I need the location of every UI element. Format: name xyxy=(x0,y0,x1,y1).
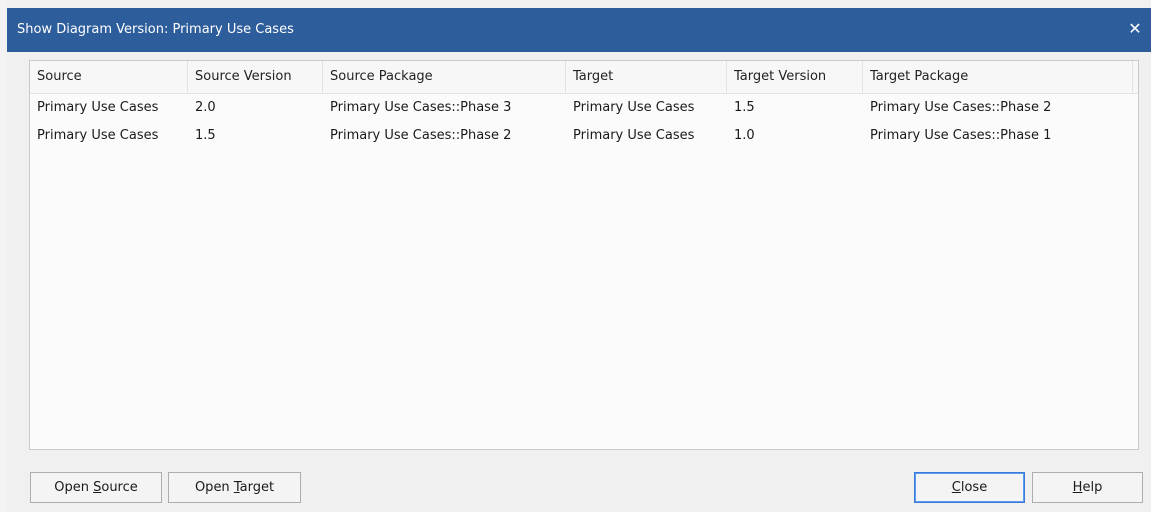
button-label: elp xyxy=(1082,480,1103,495)
close-button[interactable]: Close xyxy=(914,472,1025,503)
column-header-target-package[interactable]: Target Package xyxy=(863,61,1133,93)
close-icon[interactable]: ✕ xyxy=(1125,19,1145,39)
help-button[interactable]: Help xyxy=(1032,472,1143,503)
cell-target-package: Primary Use Cases::Phase 2 xyxy=(870,100,1052,115)
title-bar: Show Diagram Version: Primary Use Cases … xyxy=(7,8,1151,52)
cell-source-package: Primary Use Cases::Phase 3 xyxy=(330,100,512,115)
column-header-source-package[interactable]: Source Package xyxy=(323,61,566,93)
cell-source: Primary Use Cases xyxy=(37,128,159,143)
open-target-button[interactable]: Open Target xyxy=(168,472,301,503)
cell-target-version: 1.5 xyxy=(734,100,755,115)
cell-target-version: 1.0 xyxy=(734,128,755,143)
cell-source: Primary Use Cases xyxy=(37,100,159,115)
left-window-edge xyxy=(0,0,9,512)
column-header-target[interactable]: Target xyxy=(566,61,727,93)
window-title: Show Diagram Version: Primary Use Cases xyxy=(17,22,294,37)
cell-source-package: Primary Use Cases::Phase 2 xyxy=(330,128,512,143)
cell-source-version: 2.0 xyxy=(195,100,216,115)
button-label: lose xyxy=(960,480,988,495)
column-header-source-version[interactable]: Source Version xyxy=(188,61,323,93)
button-label: Open xyxy=(194,480,234,495)
button-label: ource xyxy=(101,480,138,495)
column-header-target-version[interactable]: Target Version xyxy=(727,61,863,93)
accelerator-key: C xyxy=(951,480,961,495)
accelerator-key: H xyxy=(1072,480,1083,495)
cell-source-version: 1.5 xyxy=(195,128,216,143)
table-row[interactable]: Primary Use Cases 1.5 Primary Use Cases:… xyxy=(30,122,1138,150)
version-list[interactable]: Source Source Version Source Package Tar… xyxy=(29,60,1139,450)
dialog-body: Source Source Version Source Package Tar… xyxy=(7,52,1151,512)
button-label: arget xyxy=(239,480,275,495)
cell-target-package: Primary Use Cases::Phase 1 xyxy=(870,128,1052,143)
cell-target: Primary Use Cases xyxy=(573,128,695,143)
open-source-button[interactable]: Open Source xyxy=(30,472,162,503)
list-header: Source Source Version Source Package Tar… xyxy=(30,61,1138,94)
table-row[interactable]: Primary Use Cases 2.0 Primary Use Cases:… xyxy=(30,94,1138,122)
column-header-source[interactable]: Source xyxy=(30,61,188,93)
cell-target: Primary Use Cases xyxy=(573,100,695,115)
button-label: Open xyxy=(54,480,94,495)
